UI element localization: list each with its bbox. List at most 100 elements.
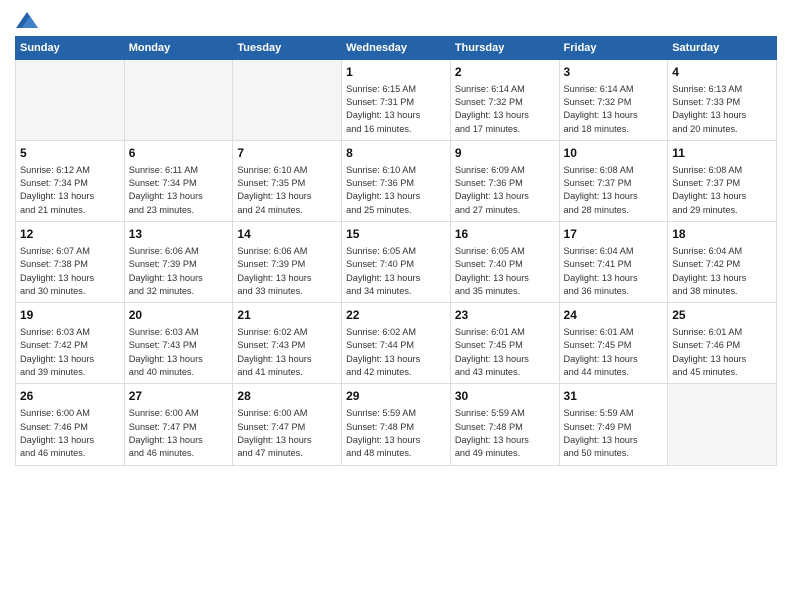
calendar-body: 1Sunrise: 6:15 AM Sunset: 7:31 PM Daylig… <box>16 59 777 465</box>
calendar-cell: 14Sunrise: 6:06 AM Sunset: 7:39 PM Dayli… <box>233 222 342 303</box>
day-number: 8 <box>346 145 446 162</box>
day-number: 13 <box>129 226 229 243</box>
calendar-cell: 2Sunrise: 6:14 AM Sunset: 7:32 PM Daylig… <box>450 59 559 140</box>
day-info: Sunrise: 6:03 AM Sunset: 7:42 PM Dayligh… <box>20 326 120 379</box>
calendar-cell: 16 Sunrise: 6:05 AM Sunset: 7:40 PM Dayli… <box>450 222 559 303</box>
calendar-week-1: 1Sunrise: 6:15 AM Sunset: 7:31 PM Daylig… <box>16 59 777 140</box>
day-number: 15 <box>346 226 446 243</box>
day-info: Sunrise: 6:07 AM Sunset: 7:38 PM Dayligh… <box>20 245 120 298</box>
day-number: 5 <box>20 145 120 162</box>
header <box>15 10 777 28</box>
calendar-cell: 24 Sunrise: 6:01 AM Sunset: 7:45 PM Dayli… <box>559 303 668 384</box>
header-day-saturday: Saturday <box>668 36 777 59</box>
day-number: 26 <box>20 388 120 405</box>
day-number: 4 <box>672 64 772 81</box>
day-number: 20 <box>129 307 229 324</box>
calendar-cell: 27 Sunrise: 6:00 AM Sunset: 7:47 PM Dayli… <box>124 384 233 465</box>
header-day-thursday: Thursday <box>450 36 559 59</box>
day-number: 11 <box>672 145 772 162</box>
header-day-wednesday: Wednesday <box>342 36 451 59</box>
logo-text <box>15 10 39 30</box>
day-number: 29 <box>346 388 446 405</box>
calendar-cell: 7 Sunrise: 6:10 AM Sunset: 7:35 PM Daylig… <box>233 140 342 221</box>
calendar-cell <box>668 384 777 465</box>
day-info: Sunrise: 6:13 AM Sunset: 7:33 PM Dayligh… <box>672 83 772 136</box>
calendar-cell: 15 Sunrise: 6:05 AM Sunset: 7:40 PM Dayli… <box>342 222 451 303</box>
calendar-cell: 31 Sunrise: 5:59 AM Sunset: 7:49 PM Dayli… <box>559 384 668 465</box>
day-info: Sunrise: 6:10 AM Sunset: 7:35 PM Dayligh… <box>237 164 337 217</box>
day-number: 18 <box>672 226 772 243</box>
day-info: Sunrise: 5:59 AM Sunset: 7:49 PM Dayligh… <box>564 407 664 460</box>
day-info: Sunrise: 6:05 AM Sunset: 7:40 PM Dayligh… <box>455 245 555 298</box>
day-info: Sunrise: 6:01 AM Sunset: 7:46 PM Dayligh… <box>672 326 772 379</box>
header-day-friday: Friday <box>559 36 668 59</box>
day-info: Sunrise: 6:06 AM Sunset: 7:39 PM Dayligh… <box>129 245 229 298</box>
calendar-cell: 6 Sunrise: 6:11 AM Sunset: 7:34 PM Daylig… <box>124 140 233 221</box>
day-info: Sunrise: 6:03 AM Sunset: 7:43 PM Dayligh… <box>129 326 229 379</box>
day-number: 12 <box>20 226 120 243</box>
day-info: Sunrise: 6:05 AM Sunset: 7:40 PM Dayligh… <box>346 245 446 298</box>
day-number: 30 <box>455 388 555 405</box>
calendar-cell: 21 Sunrise: 6:02 AM Sunset: 7:43 PM Dayli… <box>233 303 342 384</box>
day-number: 31 <box>564 388 664 405</box>
header-row: SundayMondayTuesdayWednesdayThursdayFrid… <box>16 36 777 59</box>
day-number: 17 <box>564 226 664 243</box>
calendar-cell: 1Sunrise: 6:15 AM Sunset: 7:31 PM Daylig… <box>342 59 451 140</box>
day-number: 27 <box>129 388 229 405</box>
calendar-week-5: 26 Sunrise: 6:00 AM Sunset: 7:46 PM Dayli… <box>16 384 777 465</box>
calendar-cell: 12 Sunrise: 6:07 AM Sunset: 7:38 PM Dayli… <box>16 222 125 303</box>
calendar-cell: 9Sunrise: 6:09 AM Sunset: 7:36 PM Daylig… <box>450 140 559 221</box>
day-number: 21 <box>237 307 337 324</box>
calendar-cell <box>16 59 125 140</box>
day-info: Sunrise: 6:14 AM Sunset: 7:32 PM Dayligh… <box>455 83 555 136</box>
day-info: Sunrise: 6:01 AM Sunset: 7:45 PM Dayligh… <box>564 326 664 379</box>
day-info: Sunrise: 6:00 AM Sunset: 7:47 PM Dayligh… <box>129 407 229 460</box>
calendar-cell <box>124 59 233 140</box>
calendar-cell: 10 Sunrise: 6:08 AM Sunset: 7:37 PM Dayli… <box>559 140 668 221</box>
calendar-cell: 23Sunrise: 6:01 AM Sunset: 7:45 PM Dayli… <box>450 303 559 384</box>
day-number: 24 <box>564 307 664 324</box>
day-info: Sunrise: 6:02 AM Sunset: 7:43 PM Dayligh… <box>237 326 337 379</box>
day-number: 1 <box>346 64 446 81</box>
calendar-header: SundayMondayTuesdayWednesdayThursdayFrid… <box>16 36 777 59</box>
day-number: 16 <box>455 226 555 243</box>
calendar-cell: 3Sunrise: 6:14 AM Sunset: 7:32 PM Daylig… <box>559 59 668 140</box>
calendar-table: SundayMondayTuesdayWednesdayThursdayFrid… <box>15 36 777 466</box>
day-info: Sunrise: 6:00 AM Sunset: 7:47 PM Dayligh… <box>237 407 337 460</box>
calendar-cell: 20 Sunrise: 6:03 AM Sunset: 7:43 PM Dayli… <box>124 303 233 384</box>
day-number: 7 <box>237 145 337 162</box>
day-info: Sunrise: 5:59 AM Sunset: 7:48 PM Dayligh… <box>346 407 446 460</box>
calendar-cell: 13 Sunrise: 6:06 AM Sunset: 7:39 PM Dayli… <box>124 222 233 303</box>
calendar-cell: 8 Sunrise: 6:10 AM Sunset: 7:36 PM Daylig… <box>342 140 451 221</box>
day-number: 19 <box>20 307 120 324</box>
day-info: Sunrise: 6:04 AM Sunset: 7:42 PM Dayligh… <box>672 245 772 298</box>
day-info: Sunrise: 6:08 AM Sunset: 7:37 PM Dayligh… <box>564 164 664 217</box>
day-number: 9 <box>455 145 555 162</box>
header-day-sunday: Sunday <box>16 36 125 59</box>
day-number: 6 <box>129 145 229 162</box>
calendar-cell: 11 Sunrise: 6:08 AM Sunset: 7:37 PM Dayli… <box>668 140 777 221</box>
logo-icon <box>16 12 38 28</box>
calendar-cell: 26 Sunrise: 6:00 AM Sunset: 7:46 PM Dayli… <box>16 384 125 465</box>
day-number: 14 <box>237 226 337 243</box>
day-info: Sunrise: 5:59 AM Sunset: 7:48 PM Dayligh… <box>455 407 555 460</box>
calendar-cell: 18 Sunrise: 6:04 AM Sunset: 7:42 PM Dayli… <box>668 222 777 303</box>
calendar-cell: 30 Sunrise: 5:59 AM Sunset: 7:48 PM Dayli… <box>450 384 559 465</box>
header-day-tuesday: Tuesday <box>233 36 342 59</box>
day-info: Sunrise: 6:04 AM Sunset: 7:41 PM Dayligh… <box>564 245 664 298</box>
day-info: Sunrise: 6:11 AM Sunset: 7:34 PM Dayligh… <box>129 164 229 217</box>
calendar-cell: 5Sunrise: 6:12 AM Sunset: 7:34 PM Daylig… <box>16 140 125 221</box>
calendar-cell: 17 Sunrise: 6:04 AM Sunset: 7:41 PM Dayli… <box>559 222 668 303</box>
calendar-cell: 29 Sunrise: 5:59 AM Sunset: 7:48 PM Dayli… <box>342 384 451 465</box>
day-number: 23 <box>455 307 555 324</box>
day-number: 10 <box>564 145 664 162</box>
day-info: Sunrise: 6:10 AM Sunset: 7:36 PM Dayligh… <box>346 164 446 217</box>
day-info: Sunrise: 6:08 AM Sunset: 7:37 PM Dayligh… <box>672 164 772 217</box>
calendar-cell: 22Sunrise: 6:02 AM Sunset: 7:44 PM Dayli… <box>342 303 451 384</box>
calendar-cell: 4 Sunrise: 6:13 AM Sunset: 7:33 PM Daylig… <box>668 59 777 140</box>
day-number: 25 <box>672 307 772 324</box>
calendar-week-3: 12 Sunrise: 6:07 AM Sunset: 7:38 PM Dayli… <box>16 222 777 303</box>
calendar-cell: 19 Sunrise: 6:03 AM Sunset: 7:42 PM Dayli… <box>16 303 125 384</box>
day-number: 22 <box>346 307 446 324</box>
day-info: Sunrise: 6:00 AM Sunset: 7:46 PM Dayligh… <box>20 407 120 460</box>
